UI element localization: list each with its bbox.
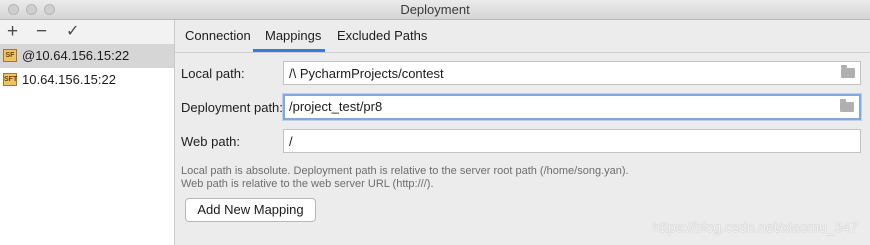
remove-server-icon[interactable]: − [36, 21, 47, 43]
path-hint-line-1: Local path is absolute. Deployment path … [181, 165, 629, 177]
path-hint-line-2: Web path is relative to the web server U… [181, 178, 434, 190]
server-list-item[interactable]: SF @10.64.156.15:22 [0, 44, 174, 68]
deployment-settings-panel: Connection Mappings Excluded Paths Local… [175, 20, 870, 245]
tab-excluded-paths[interactable]: Excluded Paths [337, 28, 427, 43]
server-toolbar: + − ✓ [0, 20, 174, 44]
server-name: 10.64.156.15:22 [22, 72, 116, 87]
server-name: @10.64.156.15:22 [22, 48, 130, 63]
sftp-server-icon: SFT [3, 73, 17, 86]
web-path-label: Web path: [181, 134, 241, 149]
deployment-path-label: Deployment path: [181, 100, 283, 115]
browse-folder-icon[interactable] [841, 65, 855, 78]
tab-mappings[interactable]: Mappings [265, 28, 321, 43]
server-list-panel: + − ✓ SF @10.64.156.15:22 SFT 10.64.156.… [0, 20, 175, 245]
local-path-label: Local path: [181, 66, 245, 81]
add-server-icon[interactable]: + [7, 21, 18, 43]
default-server-check-icon[interactable]: ✓ [66, 21, 79, 43]
web-path-value: / [289, 134, 293, 149]
local-path-field[interactable]: /\ PycharmProjects/contest [283, 61, 861, 85]
tab-bar: Connection Mappings Excluded Paths [175, 20, 870, 53]
web-path-field[interactable]: / [283, 129, 861, 153]
watermark: https://blog.csdn.net/xiaomu_347 [652, 219, 858, 235]
active-tab-indicator [253, 49, 325, 52]
deployment-path-value: /project_test/pr8 [289, 99, 383, 114]
add-new-mapping-button[interactable]: Add New Mapping [185, 198, 316, 222]
sftp-server-icon: SF [3, 49, 17, 62]
deployment-path-field[interactable]: /project_test/pr8 [283, 94, 861, 120]
server-list-item[interactable]: SFT 10.64.156.15:22 [0, 68, 174, 92]
title-bar: Deployment [0, 0, 870, 20]
tab-connection[interactable]: Connection [185, 28, 251, 43]
local-path-value: /\ PycharmProjects/contest [289, 66, 444, 81]
browse-folder-icon[interactable] [840, 99, 854, 112]
window-title: Deployment [400, 2, 470, 17]
